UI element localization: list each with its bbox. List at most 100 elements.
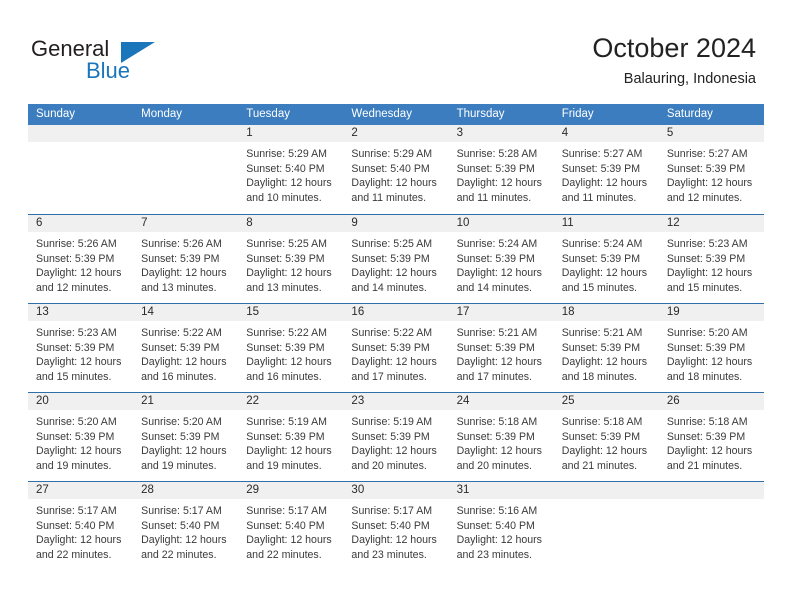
day-number: 27: [28, 482, 134, 499]
day-sun-info: Sunrise: 5:27 AM Sunset: 5:39 PM Daylight:…: [554, 142, 659, 205]
daylight-duration-line1: Daylight: 12 hours: [351, 267, 437, 280]
sunrise-time: Sunrise: 5:20 AM: [141, 416, 222, 428]
daylight-duration-line2: and 19 minutes.: [141, 459, 217, 472]
calendar-day-cell[interactable]: 10 Sunrise: 5:24 AM Sunset: 5:39 PM Dayligh…: [448, 215, 554, 303]
daylight-duration-line1: Daylight: 12 hours: [561, 445, 648, 458]
sunset-time: Sunset: 5:39 PM: [141, 341, 220, 354]
day-number: 2: [343, 125, 449, 142]
sunset-time: Sunset: 5:39 PM: [666, 162, 746, 175]
day-number: 5: [658, 125, 764, 142]
logo-text-blue: Blue: [86, 58, 131, 83]
day-sun-info: Sunrise: 5:17 AM Sunset: 5:40 PM Daylight:…: [133, 499, 238, 562]
sunrise-time: Sunrise: 5:29 AM: [351, 148, 433, 160]
daylight-duration-line2: and 12 minutes.: [666, 191, 743, 204]
sunset-time: Sunset: 5:39 PM: [456, 430, 535, 443]
calendar-day-cell[interactable]: 15 Sunrise: 5:22 AM Sunset: 5:39 PM Dayligh…: [238, 304, 344, 392]
daylight-duration-line2: and 17 minutes.: [456, 370, 532, 383]
sunset-time: Sunset: 5:39 PM: [36, 252, 115, 265]
calendar-day-cell[interactable]: 12 Sunrise: 5:23 AM Sunset: 5:39 PM Dayligh…: [658, 215, 764, 303]
daylight-duration-line1: Daylight: 12 hours: [246, 177, 332, 190]
weekday-header-friday: Friday: [561, 108, 594, 120]
day-sun-info: Sunrise: 5:26 AM Sunset: 5:39 PM Daylight:…: [133, 232, 238, 295]
general-blue-logo[interactable]: General Blue: [31, 36, 211, 86]
daylight-duration-line1: Daylight: 12 hours: [36, 534, 122, 547]
sunset-time: Sunset: 5:39 PM: [36, 430, 115, 443]
weekday-header-thursday: Thursday: [456, 108, 505, 120]
calendar-week-row: 13 Sunrise: 5:23 AM Sunset: 5:39 PM Dayligh…: [28, 303, 764, 392]
day-number: 8: [238, 215, 344, 232]
calendar-day-cell[interactable]: 8 Sunrise: 5:25 AM Sunset: 5:39 PM Daylight…: [238, 215, 344, 303]
calendar-day-cell[interactable]: 9 Sunrise: 5:25 AM Sunset: 5:39 PM Daylight…: [343, 215, 449, 303]
calendar-day-cell[interactable]: 19 Sunrise: 5:20 AM Sunset: 5:39 PM Dayligh…: [658, 304, 764, 392]
calendar-day-cell[interactable]: 29 Sunrise: 5:17 AM Sunset: 5:40 PM Dayligh…: [238, 482, 344, 570]
day-number: 7: [133, 215, 239, 232]
sunset-time: Sunset: 5:39 PM: [246, 252, 325, 265]
calendar-day-cell[interactable]: 5 Sunrise: 5:27 AM Sunset: 5:39 PM Daylight…: [658, 125, 764, 214]
daylight-duration-line2: and 23 minutes.: [351, 548, 427, 561]
calendar-day-cell[interactable]: 20 Sunrise: 5:20 AM Sunset: 5:39 PM Dayligh…: [28, 393, 134, 481]
daylight-duration-line2: and 18 minutes.: [561, 370, 638, 383]
sunset-time: Sunset: 5:39 PM: [351, 430, 430, 443]
calendar-day-cell[interactable]: 22 Sunrise: 5:19 AM Sunset: 5:39 PM Dayligh…: [238, 393, 344, 481]
sunrise-time: Sunrise: 5:22 AM: [246, 327, 327, 339]
calendar-day-cell[interactable]: 11 Sunrise: 5:24 AM Sunset: 5:39 PM Dayligh…: [553, 215, 659, 303]
sunset-time: Sunset: 5:39 PM: [456, 252, 535, 265]
daylight-duration-line2: and 19 minutes.: [246, 459, 322, 472]
calendar-day-cell[interactable]: 28 Sunrise: 5:17 AM Sunset: 5:40 PM Dayligh…: [133, 482, 239, 570]
sunset-time: Sunset: 5:39 PM: [141, 430, 220, 443]
calendar-week-row: 27 Sunrise: 5:17 AM Sunset: 5:40 PM Dayligh…: [28, 481, 764, 570]
calendar-week-row: 1 Sunrise: 5:29 AM Sunset: 5:40 PM Daylight…: [28, 125, 764, 214]
sunset-time: Sunset: 5:40 PM: [246, 519, 325, 532]
calendar-day-cell[interactable]: 14 Sunrise: 5:22 AM Sunset: 5:39 PM Dayligh…: [133, 304, 239, 392]
sunset-time: Sunset: 5:39 PM: [456, 162, 535, 175]
calendar-day-cell[interactable]: 27 Sunrise: 5:17 AM Sunset: 5:40 PM Dayligh…: [28, 482, 134, 570]
calendar-day-cell[interactable]: 24 Sunrise: 5:18 AM Sunset: 5:39 PM Dayligh…: [448, 393, 554, 481]
sunrise-time: Sunrise: 5:24 AM: [456, 238, 538, 250]
calendar-day-cell[interactable]: 1 Sunrise: 5:29 AM Sunset: 5:40 PM Daylight…: [238, 125, 344, 214]
calendar-day-cell[interactable]: 7 Sunrise: 5:26 AM Sunset: 5:39 PM Daylight…: [133, 215, 239, 303]
calendar-day-cell[interactable]: 21 Sunrise: 5:20 AM Sunset: 5:39 PM Dayligh…: [133, 393, 239, 481]
daylight-duration-line1: Daylight: 12 hours: [351, 177, 437, 190]
calendar-week-row: 20 Sunrise: 5:20 AM Sunset: 5:39 PM Dayligh…: [28, 392, 764, 481]
sunset-time: Sunset: 5:40 PM: [456, 519, 535, 532]
calendar-day-cell[interactable]: 16 Sunrise: 5:22 AM Sunset: 5:39 PM Dayligh…: [343, 304, 449, 392]
day-sun-info: Sunrise: 5:22 AM Sunset: 5:39 PM Daylight:…: [343, 321, 448, 384]
daylight-duration-line1: Daylight: 12 hours: [246, 445, 332, 458]
day-number: 30: [343, 482, 449, 499]
daylight-duration-line1: Daylight: 12 hours: [456, 356, 542, 369]
calendar-day-cell[interactable]: 6 Sunrise: 5:26 AM Sunset: 5:39 PM Daylight…: [28, 215, 134, 303]
day-number: 13: [28, 304, 134, 321]
day-sun-info: Sunrise: 5:21 AM Sunset: 5:39 PM Daylight:…: [554, 321, 659, 384]
day-number: 23: [343, 393, 449, 410]
daylight-duration-line2: and 20 minutes.: [351, 459, 427, 472]
sunset-time: Sunset: 5:39 PM: [561, 341, 641, 354]
daylight-duration-line1: Daylight: 12 hours: [561, 177, 648, 190]
sunrise-time: Sunrise: 5:19 AM: [246, 416, 327, 428]
day-number: 22: [238, 393, 344, 410]
daylight-duration-line2: and 13 minutes.: [141, 281, 217, 294]
sunset-time: Sunset: 5:39 PM: [246, 430, 325, 443]
calendar-day-cell[interactable]: 2 Sunrise: 5:29 AM Sunset: 5:40 PM Daylight…: [343, 125, 449, 214]
day-number: 21: [133, 393, 239, 410]
calendar-day-cell[interactable]: 3 Sunrise: 5:28 AM Sunset: 5:39 PM Daylight…: [448, 125, 554, 214]
sunrise-time: Sunrise: 5:17 AM: [246, 505, 327, 517]
calendar-day-cell[interactable]: 26 Sunrise: 5:18 AM Sunset: 5:39 PM Dayligh…: [658, 393, 764, 481]
sunrise-time: Sunrise: 5:28 AM: [456, 148, 538, 160]
day-number: 20: [28, 393, 134, 410]
calendar-day-cell[interactable]: 17 Sunrise: 5:21 AM Sunset: 5:39 PM Dayligh…: [448, 304, 554, 392]
calendar-day-cell[interactable]: 4 Sunrise: 5:27 AM Sunset: 5:39 PM Daylight…: [553, 125, 659, 214]
weekday-header-saturday: Saturday: [666, 108, 713, 120]
day-sun-info: Sunrise: 5:29 AM Sunset: 5:40 PM Daylight:…: [238, 142, 343, 205]
day-sun-info: Sunrise: 5:27 AM Sunset: 5:39 PM Daylight:…: [659, 142, 764, 205]
sunset-time: Sunset: 5:39 PM: [36, 341, 115, 354]
sunrise-time: Sunrise: 5:17 AM: [351, 505, 433, 517]
calendar-day-cell[interactable]: 18 Sunrise: 5:21 AM Sunset: 5:39 PM Dayligh…: [553, 304, 659, 392]
calendar-day-cell[interactable]: 23 Sunrise: 5:19 AM Sunset: 5:39 PM Dayligh…: [343, 393, 449, 481]
calendar-day-cell[interactable]: 30 Sunrise: 5:17 AM Sunset: 5:40 PM Dayligh…: [343, 482, 449, 570]
sunset-time: Sunset: 5:39 PM: [141, 252, 220, 265]
sunset-time: Sunset: 5:39 PM: [351, 252, 430, 265]
day-sun-info: Sunrise: 5:21 AM Sunset: 5:39 PM Daylight:…: [449, 321, 554, 384]
calendar-day-cell[interactable]: 13 Sunrise: 5:23 AM Sunset: 5:39 PM Dayligh…: [28, 304, 134, 392]
calendar-day-cell[interactable]: 31 Sunrise: 5:16 AM Sunset: 5:40 PM Dayligh…: [448, 482, 554, 570]
calendar-day-cell[interactable]: 25 Sunrise: 5:18 AM Sunset: 5:39 PM Dayligh…: [553, 393, 659, 481]
